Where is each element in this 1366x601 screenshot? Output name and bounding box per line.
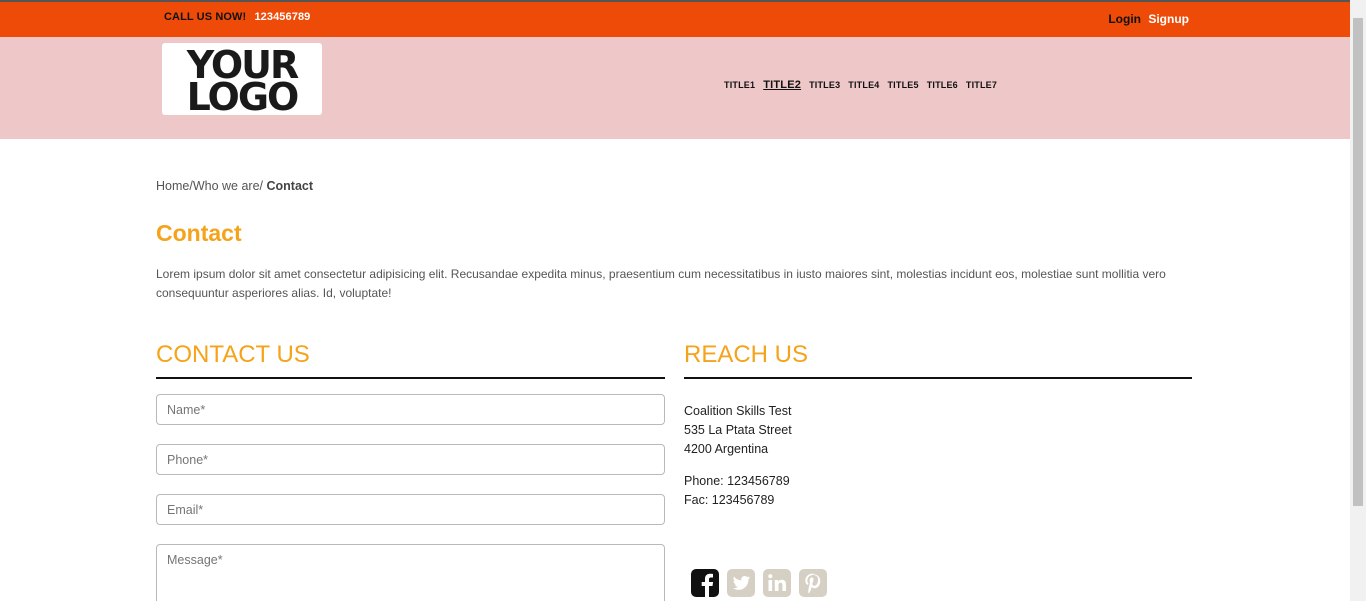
reach-org: Coalition Skills Test <box>684 404 792 418</box>
nav-title6[interactable]: TITLE6 <box>927 80 958 90</box>
auth-links: Login Signup <box>1108 12 1189 26</box>
page-scrollbar[interactable] <box>1350 0 1366 601</box>
reach-address: Coalition Skills Test 535 La Ptata Stree… <box>684 402 792 459</box>
nav-title7[interactable]: TITLE7 <box>966 80 997 90</box>
call-us-label: CALL US NOW! <box>164 11 247 23</box>
message-textarea[interactable] <box>156 544 665 601</box>
name-input[interactable] <box>156 394 665 425</box>
page-title: Contact <box>156 220 242 246</box>
nav-title1[interactable]: TITLE1 <box>724 80 755 90</box>
reach-us-heading: REACH US <box>684 341 809 368</box>
top-bar: CALL US NOW! 123456789 Login Signup <box>0 0 1350 37</box>
breadcrumb-who-we-are[interactable]: Who we are <box>193 179 260 193</box>
call-us: CALL US NOW! 123456789 <box>164 11 310 23</box>
nav-title5[interactable]: TITLE5 <box>887 80 918 90</box>
login-link[interactable]: Login <box>1108 12 1141 26</box>
reach-phone: Phone: 123456789 <box>684 474 790 488</box>
contact-divider <box>156 377 665 379</box>
reach-city: 4200 Argentina <box>684 442 769 456</box>
nav-title2[interactable]: TITLE2 <box>763 79 801 91</box>
pinterest-icon[interactable] <box>798 568 828 598</box>
reach-street: 535 La Ptata Street <box>684 423 792 437</box>
intro-text: Lorem ipsum dolor sit amet consectetur a… <box>156 267 1166 300</box>
logo-line-2: LOGO <box>186 75 300 119</box>
social-links <box>690 568 834 598</box>
contact-us-heading: CONTACT US <box>156 341 310 368</box>
email-input[interactable] <box>156 494 665 525</box>
reach-contact: Phone: 123456789 Fac: 123456789 <box>684 472 790 510</box>
breadcrumb-home[interactable]: Home <box>156 179 189 193</box>
nav-title3[interactable]: TITLE3 <box>809 80 840 90</box>
facebook-icon[interactable] <box>690 568 720 598</box>
linkedin-icon[interactable] <box>762 568 792 598</box>
nav-title4[interactable]: TITLE4 <box>848 80 879 90</box>
phone-input[interactable] <box>156 444 665 475</box>
reach-fax: Fac: 123456789 <box>684 493 775 507</box>
reach-divider <box>684 377 1192 379</box>
breadcrumb-current: Contact <box>266 179 314 193</box>
call-us-phone[interactable]: 123456789 <box>254 11 310 23</box>
signup-link[interactable]: Signup <box>1148 12 1189 26</box>
scrollbar-thumb[interactable] <box>1353 18 1363 506</box>
site-logo[interactable]: YOUR LOGO <box>162 43 322 119</box>
breadcrumb: Home/Who we are/ Contact <box>156 179 313 193</box>
twitter-icon[interactable] <box>726 568 756 598</box>
site-header: YOUR LOGO TITLE1 TITLE2 TITLE3 TITLE4 TI… <box>0 37 1350 139</box>
main-nav: TITLE1 TITLE2 TITLE3 TITLE4 TITLE5 TITLE… <box>724 79 1005 91</box>
